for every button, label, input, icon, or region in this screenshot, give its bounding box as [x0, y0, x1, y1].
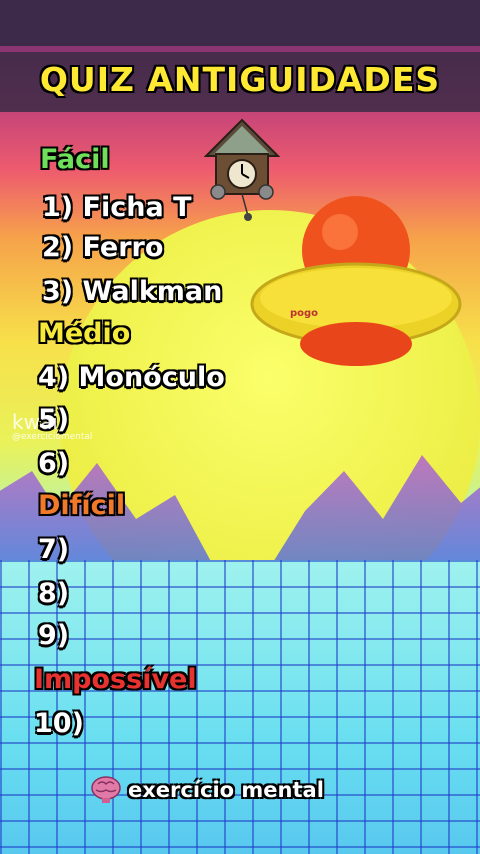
kwai-handle: @exerciciomental [12, 432, 93, 442]
category-hard: Difícil [38, 490, 126, 521]
list-item: 1) Ficha T [42, 192, 192, 223]
footer-text: exercício mental [128, 778, 324, 802]
list-item: 6) [38, 448, 70, 479]
top-bar [0, 0, 480, 46]
kwai-watermark: kwai @exerciciomental [12, 410, 92, 442]
list-item: 9) [38, 620, 70, 651]
brain-icon [91, 776, 121, 803]
footer-credit: exercício mental [90, 776, 324, 804]
kwai-logo: kwai [12, 410, 58, 434]
page-title: QUIZ ANTIGUIDADES [39, 60, 441, 99]
list-item: 10) [34, 708, 84, 739]
pogo-ball-icon: pogo [250, 196, 462, 366]
category-impossible: Impossível [34, 664, 197, 695]
svg-text:pogo: pogo [290, 308, 318, 319]
grid-floor [0, 560, 480, 854]
category-easy: Fácil [40, 144, 110, 175]
list-item: 8) [38, 578, 70, 609]
list-item: 2) Ferro [42, 232, 164, 263]
list-item: 7) [38, 534, 70, 565]
list-item: 3) Walkman [42, 276, 223, 307]
quiz-screen: QUIZ ANTIGUIDADES pogo Fácil 1) Ficha T … [0, 0, 480, 854]
list-item: 4) Monóculo [38, 362, 225, 393]
category-medium: Médio [38, 318, 131, 349]
